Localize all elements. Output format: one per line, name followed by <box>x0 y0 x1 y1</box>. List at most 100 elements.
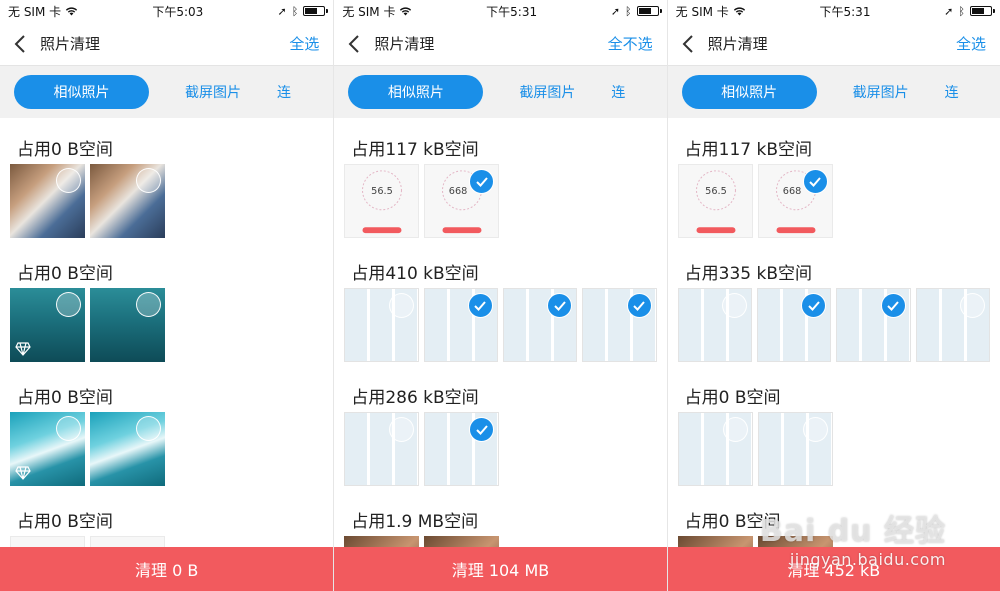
photo-thumbnail[interactable] <box>344 412 420 486</box>
screen-3: 无 SIM 卡 下午5:31 ➚ ᛒ 照片清理 全选 相似照片 截屏图片 连 占… <box>666 0 1000 591</box>
storage-value-a: 56.5 <box>705 186 727 197</box>
storage-screenshot-image: 56.5 <box>362 170 403 234</box>
photo-thumbnail[interactable] <box>10 288 85 362</box>
photo-thumbnail[interactable] <box>836 288 911 362</box>
screen-2: 无 SIM 卡 下午5:31 ➚ ᛒ 照片清理 全不选 相似照片 截屏图片 连 … <box>333 0 667 591</box>
page-title: 照片清理 <box>707 35 768 53</box>
carrier-label: 无 SIM 卡 <box>675 4 729 19</box>
bluetooth-icon: ᛒ <box>958 4 965 18</box>
select-checkbox[interactable] <box>547 293 573 318</box>
photo-group: 占用335 kB空间 <box>677 242 990 366</box>
back-icon[interactable] <box>682 33 704 55</box>
photo-thumbnail[interactable] <box>10 164 85 238</box>
back-icon[interactable] <box>348 33 370 55</box>
photo-group: 占用0 B空间 <box>10 366 323 490</box>
page-title: 照片清理 <box>374 35 435 53</box>
clean-button[interactable]: 清理 0 B <box>0 547 334 591</box>
photo-thumbnail[interactable]: 668 <box>757 164 833 238</box>
photo-thumbnail[interactable] <box>344 288 419 362</box>
photo-group: 占用117 kB空间 56.5 668 <box>344 118 656 242</box>
tab-screenshots[interactable]: 截屏图片 <box>185 82 241 102</box>
select-checkbox[interactable] <box>801 293 827 318</box>
photo-thumbnail[interactable] <box>423 288 498 362</box>
tab-continuous[interactable]: 连 <box>611 82 625 102</box>
group-size-label: 占用1.9 MB空间 <box>351 512 479 532</box>
photo-thumbnail[interactable]: 56.5 <box>677 164 753 238</box>
group-size-label: 占用0 B空间 <box>17 388 113 408</box>
photo-thumbnail[interactable] <box>90 412 165 486</box>
category-tabs: 相似照片 截屏图片 连 <box>667 66 1000 118</box>
photo-thumbnail[interactable]: 56.5 <box>344 164 420 238</box>
photo-thumbnail[interactable] <box>757 412 833 486</box>
photo-thumbnail[interactable] <box>90 288 165 362</box>
tab-continuous[interactable]: 连 <box>945 82 959 102</box>
nav-bar: 照片清理 全选 <box>667 22 1000 66</box>
tab-screenshots[interactable]: 截屏图片 <box>853 82 909 102</box>
status-time: 下午5:03 <box>152 4 204 19</box>
select-all-button[interactable]: 全选 <box>956 33 986 54</box>
back-icon[interactable] <box>14 33 36 55</box>
select-checkbox[interactable] <box>388 293 414 318</box>
photo-group: 占用0 B空间 <box>10 242 323 366</box>
tab-similar-photos[interactable]: 相似照片 <box>681 75 817 109</box>
photo-thumbnail[interactable] <box>582 288 657 362</box>
diamond-icon <box>15 342 31 356</box>
photo-thumbnail[interactable] <box>502 288 578 362</box>
photo-groups: 占用0 B空间 占用0 B空间 占用0 B空间 占用0 B空间 <box>0 118 333 591</box>
tab-continuous[interactable]: 连 <box>277 82 291 102</box>
photo-thumbnail[interactable] <box>10 412 85 486</box>
select-checkbox[interactable] <box>467 293 493 318</box>
select-checkbox[interactable] <box>721 293 747 318</box>
bluetooth-icon: ᛒ <box>625 4 632 18</box>
photo-group: 占用117 kB空间 56.5 668 <box>677 118 990 242</box>
select-checkbox[interactable] <box>959 293 985 318</box>
select-checkbox[interactable] <box>389 417 415 442</box>
group-size-label: 占用335 kB空间 <box>684 264 813 284</box>
tab-similar-photos[interactable]: 相似照片 <box>348 75 484 109</box>
select-checkbox[interactable] <box>56 168 81 193</box>
select-checkbox[interactable] <box>136 416 161 441</box>
photo-thumbnail[interactable] <box>915 288 990 362</box>
carrier-label: 无 SIM 卡 <box>8 4 62 19</box>
wifi-icon <box>733 7 745 16</box>
tab-similar-photos[interactable]: 相似照片 <box>14 75 149 109</box>
photo-thumbnail[interactable] <box>756 288 832 362</box>
wifi-icon <box>400 7 412 16</box>
photo-group: 占用286 kB空间 <box>344 366 656 490</box>
select-checkbox[interactable] <box>136 168 161 193</box>
location-icon: ➚ <box>277 4 287 18</box>
select-checkbox[interactable] <box>469 417 495 442</box>
storage-value-b: 668 <box>782 186 801 197</box>
photo-thumbnail[interactable] <box>90 164 165 238</box>
clean-button[interactable]: 清理 104 MB <box>334 547 667 591</box>
photo-thumbnail[interactable] <box>677 288 752 362</box>
watermark-logo: Bai du 经验 <box>759 514 946 549</box>
battery-icon <box>636 6 662 16</box>
select-checkbox[interactable] <box>802 417 828 442</box>
storage-value-a: 56.5 <box>371 186 393 197</box>
screen-1: 无 SIM 卡 下午5:03 ➚ ᛒ 照片清理 全选 相似照片 截屏图片 连 占… <box>0 0 334 591</box>
category-tabs: 相似照片 截屏图片 连 <box>334 66 667 118</box>
status-time: 下午5:31 <box>819 4 871 19</box>
select-checkbox[interactable] <box>802 169 828 194</box>
storage-screenshot-image: 56.5 <box>695 170 736 234</box>
select-checkbox[interactable] <box>56 292 81 317</box>
select-checkbox[interactable] <box>136 292 161 317</box>
select-checkbox[interactable] <box>722 417 748 442</box>
select-all-button[interactable]: 全选 <box>289 33 319 54</box>
photo-thumbnail[interactable] <box>677 412 753 486</box>
bluetooth-icon: ᛒ <box>291 4 299 18</box>
nav-bar: 照片清理 全选 <box>0 22 334 66</box>
status-time: 下午5:31 <box>486 4 538 19</box>
watermark-url: jingyan.baidu.com <box>789 550 946 569</box>
tab-screenshots[interactable]: 截屏图片 <box>519 82 575 102</box>
group-size-label: 占用286 kB空间 <box>351 388 479 408</box>
select-checkbox[interactable] <box>56 416 81 441</box>
select-checkbox[interactable] <box>880 293 906 318</box>
group-size-label: 占用0 B空间 <box>17 512 113 532</box>
photo-thumbnail[interactable]: 668 <box>424 164 500 238</box>
select-checkbox[interactable] <box>626 293 652 318</box>
deselect-all-button[interactable]: 全不选 <box>608 33 653 54</box>
diamond-icon <box>15 466 31 480</box>
photo-thumbnail[interactable] <box>424 412 500 486</box>
